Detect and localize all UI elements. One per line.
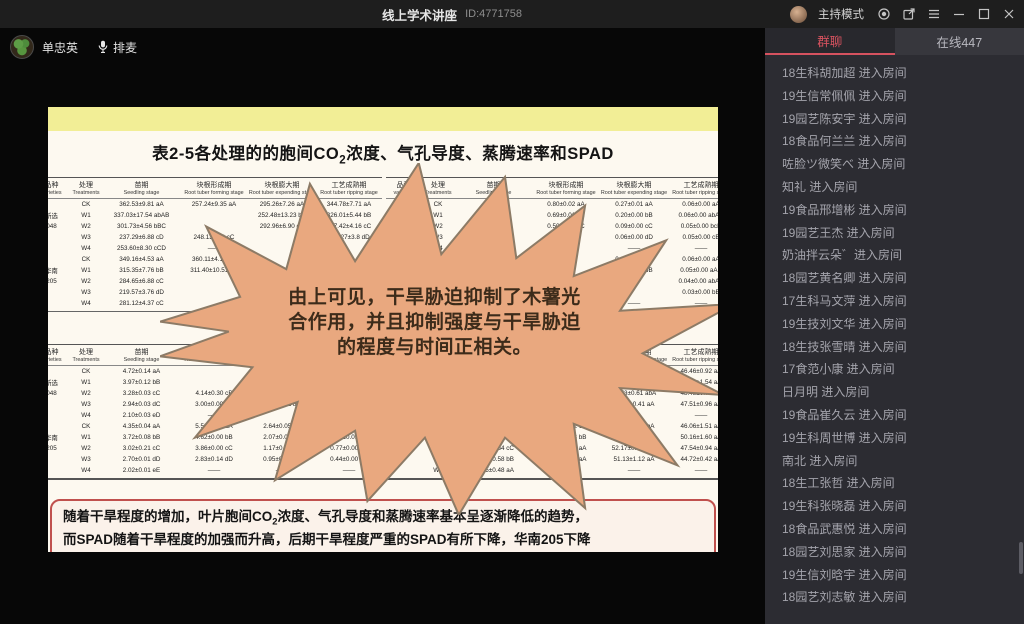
table-cell: W3	[69, 401, 103, 408]
table-cell: W1	[69, 212, 103, 219]
sidebar-tabs: 群聊 在线447	[765, 28, 1024, 55]
table-cell: 205	[48, 445, 69, 452]
chat-message: 19生信常佩佩 进入房间	[782, 90, 1016, 103]
starburst-text: 由上可见，干旱胁迫抑制了木薯光 合作用，并且抑制强度与干旱胁迫 的程度与时间正相…	[262, 285, 607, 360]
host-avatar[interactable]	[790, 6, 807, 23]
host-mode-label: 主持模式	[818, 6, 864, 22]
presenter-name: 单忠英	[42, 39, 78, 56]
chat-message: 19生技刘文华 进入房间	[782, 318, 1016, 331]
chat-message: 南北 进入房间	[782, 455, 1016, 468]
chat-message: 19生科张晓磊 进入房间	[782, 500, 1016, 513]
table-cell: 048	[48, 223, 69, 230]
chat-message: 19食品邢增彬 进入房间	[782, 204, 1016, 217]
table-cell: CK	[69, 423, 103, 430]
close-button[interactable]	[1002, 7, 1016, 21]
chat-message: 18生技张雪晴 进入房间	[782, 341, 1016, 354]
table-cell: W3	[69, 289, 103, 296]
table-cell: W4	[69, 467, 103, 474]
table-cell: W3	[69, 456, 103, 463]
table-cell: W2	[69, 223, 103, 230]
table-cell: CK	[69, 368, 103, 375]
chat-message: 18食品何兰兰 进入房间	[782, 135, 1016, 148]
chat-message: 18园艺黄名卿 进入房间	[782, 272, 1016, 285]
table-cell: 华南	[48, 433, 69, 442]
chat-message: 19生信刘晗宇 进入房间	[782, 569, 1016, 582]
scrollbar-thumb[interactable]	[1019, 542, 1023, 574]
presenter-overlay: 单忠英 排麦	[10, 35, 137, 59]
mic-queue-label: 排麦	[113, 39, 137, 56]
table-cell: W1	[69, 379, 103, 386]
column-header: 处理Treatments	[69, 347, 103, 363]
presentation-slide: 表2-5各处理的的胞间CO2浓度、气孔导度、蒸腾速率和SPAD 品种variet…	[48, 107, 718, 552]
chat-message: 18生工张哲 进入房间	[782, 477, 1016, 490]
window-title: 线上学术讲座	[382, 5, 457, 24]
presenter-avatar	[10, 35, 34, 59]
chat-message: 18食品武惠悦 进入房间	[782, 523, 1016, 536]
titlebar: 线上学术讲座 ID:4771758 主持模式	[0, 0, 1024, 28]
table-cell: CK	[69, 201, 103, 208]
chat-message: 19食品崔久云 进入房间	[782, 409, 1016, 422]
table-cell: W2	[69, 278, 103, 285]
table-cell: CK	[69, 256, 103, 263]
meeting-id: ID:4771758	[465, 8, 522, 20]
chat-message: 知礼 进入房间	[782, 181, 1016, 194]
table-cell: 048	[48, 390, 69, 397]
tab-group-chat[interactable]: 群聊	[765, 28, 895, 55]
table-cell: W2	[69, 390, 103, 397]
table-cell: 新选	[48, 378, 69, 387]
microphone-icon	[98, 40, 108, 54]
menu-icon[interactable]	[927, 7, 941, 21]
chat-message-list[interactable]: 18生科胡加超 进入房间 19生信常佩佩 进入房间 19园艺陈安宇 进入房间 18食品…	[765, 55, 1024, 624]
table-cell: 华南	[48, 266, 69, 275]
chat-message: 咗脸ツ微笑べ 进入房间	[782, 158, 1016, 171]
maximize-button[interactable]	[977, 7, 991, 21]
table-cell: W1	[69, 434, 103, 441]
starburst-callout: 由上可见，干旱胁迫抑制了木薯光 合作用，并且抑制强度与干旱胁迫 的程度与时间正相…	[160, 163, 718, 515]
slide-top-band	[48, 107, 718, 131]
column-header: 品种varieties	[48, 180, 69, 196]
record-icon[interactable]	[877, 7, 891, 21]
table-cell: 新选	[48, 211, 69, 220]
chat-message: 18园艺刘志敏 进入房间	[782, 591, 1016, 604]
popout-icon[interactable]	[902, 7, 916, 21]
table-cell: W4	[69, 300, 103, 307]
table-cell: W1	[69, 267, 103, 274]
video-stage: 单忠英 排麦 表2-5各处理的的胞间CO2浓度、气孔导度、蒸腾速率和SPAD 品…	[0, 28, 765, 624]
table-cell: W4	[69, 245, 103, 252]
table-cell: W4	[69, 412, 103, 419]
column-header: 品种varieties	[48, 347, 69, 363]
chat-message: 19园艺陈安宇 进入房间	[782, 113, 1016, 126]
column-header: 处理Treatments	[69, 180, 103, 196]
chat-message: 19园艺王杰 进入房间	[782, 227, 1016, 240]
minimize-button[interactable]	[952, 7, 966, 21]
chat-message: 17食范小康 进入房间	[782, 363, 1016, 376]
table-cell: W3	[69, 234, 103, 241]
chat-message: 奶油拌云朵゛进入房间	[782, 249, 1016, 262]
tab-online-count[interactable]: 在线447	[895, 28, 1024, 55]
table-cell: W2	[69, 445, 103, 452]
chat-message: 18生科胡加超 进入房间	[782, 67, 1016, 80]
chat-message: 日月明 进入房间	[782, 386, 1016, 399]
chat-sidebar: 群聊 在线447 18生科胡加超 进入房间 19生信常佩佩 进入房间 19园艺陈安宇…	[765, 28, 1024, 624]
chat-message: 17生科马文萍 进入房间	[782, 295, 1016, 308]
table-cell: 205	[48, 278, 69, 285]
chat-message: 18园艺刘思家 进入房间	[782, 546, 1016, 559]
mic-queue-button[interactable]: 排麦	[98, 39, 137, 56]
chat-message: 19生科周世博 进入房间	[782, 432, 1016, 445]
